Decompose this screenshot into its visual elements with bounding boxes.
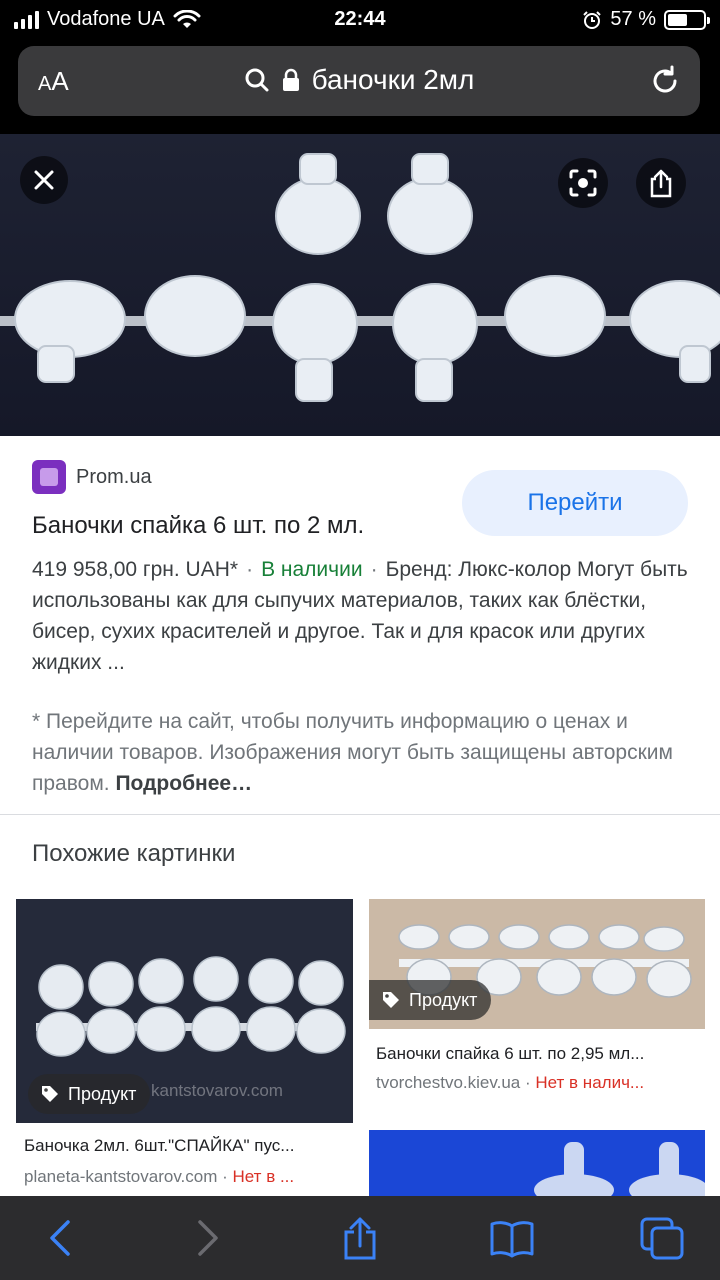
product-thumbnail xyxy=(534,1142,705,1196)
share-icon xyxy=(344,1217,376,1260)
preview-image[interactable] xyxy=(0,134,720,436)
forward-icon xyxy=(198,1220,218,1256)
forward-button[interactable] xyxy=(184,1214,232,1262)
similar-image-3[interactable] xyxy=(369,1130,705,1196)
more-link[interactable]: Подробнее… xyxy=(115,772,252,795)
lock-icon xyxy=(282,68,299,91)
product-photo xyxy=(0,153,720,402)
product-badge: Продукт xyxy=(369,980,492,1020)
close-button[interactable] xyxy=(20,156,68,204)
price: 419 958,00 грн. UAH* xyxy=(32,558,239,581)
similar-image-2[interactable]: Продукт xyxy=(369,899,705,1029)
brand: Бренд: Люкс-колор xyxy=(385,558,572,581)
status-right: 57 % xyxy=(582,8,710,31)
goto-button[interactable]: Перейти xyxy=(462,470,688,536)
share-image-button[interactable] xyxy=(636,158,686,208)
similar-title-2[interactable]: Баночки спайка 6 шт. по 2,95 мл... xyxy=(376,1044,696,1064)
back-button[interactable] xyxy=(36,1214,84,1262)
separator-dot: · xyxy=(370,558,378,581)
similar-title-1[interactable]: Баночка 2мл. 6шт."СПАЙКА" пус... xyxy=(24,1136,340,1156)
stock-status: Нет в налич... xyxy=(535,1073,645,1092)
battery-percent: 57 % xyxy=(610,8,656,30)
address-field[interactable]: баночки 2мл xyxy=(18,64,700,96)
share-button[interactable] xyxy=(336,1214,384,1262)
browser-top-bar: Vodafone UA 22:44 57 % AA баночки 2мл xyxy=(0,0,720,134)
watermark: kantstovarov.com xyxy=(151,1081,283,1100)
tabs-icon xyxy=(640,1217,684,1260)
lens-icon xyxy=(569,169,597,197)
back-icon xyxy=(50,1220,70,1256)
status-bar: Vodafone UA 22:44 57 % xyxy=(0,0,720,40)
stock-status: Нет в ... xyxy=(232,1167,295,1186)
source-domain: planeta-kantstovarov.com xyxy=(24,1167,218,1186)
badge-label: Продукт xyxy=(68,1083,137,1104)
similar-image-1[interactable]: kantstovarov.com Продукт xyxy=(16,899,353,1123)
tag-icon xyxy=(42,1086,58,1102)
product-badge: Продукт xyxy=(28,1074,151,1114)
battery-level xyxy=(668,13,688,26)
source-domain: tvorchestvo.kiev.ua xyxy=(376,1073,521,1092)
share-icon xyxy=(650,169,672,198)
result-meta: 419 958,00 грн. UAH* · В наличии · Бренд: Лю… xyxy=(32,554,692,678)
site-info[interactable]: Prom.ua xyxy=(32,460,152,494)
result-title[interactable]: Баночки спайка 6 шт. по 2 мл. xyxy=(32,512,364,540)
similar-source-1: planeta-kantstovarov.com · Нет в ... xyxy=(24,1167,295,1186)
separator-dot: · xyxy=(246,558,254,581)
address-bar[interactable]: AA баночки 2мл xyxy=(18,46,700,116)
battery-icon xyxy=(664,9,710,30)
search-query: баночки 2мл xyxy=(311,64,475,95)
tag-icon xyxy=(383,992,399,1008)
availability: В наличии xyxy=(261,558,363,581)
similar-source-2: tvorchestvo.kiev.ua · Нет в налич... xyxy=(376,1073,645,1092)
divider xyxy=(0,814,720,815)
site-name: Prom.ua xyxy=(76,465,152,488)
bookmarks-button[interactable] xyxy=(488,1214,536,1262)
close-icon xyxy=(34,170,54,190)
tabs-button[interactable] xyxy=(638,1214,686,1262)
prom-logo-icon xyxy=(32,460,66,494)
alarm-icon xyxy=(583,10,602,29)
browser-toolbar xyxy=(0,1196,720,1280)
lens-button[interactable] xyxy=(558,158,608,208)
badge-label: Продукт xyxy=(409,989,478,1010)
reload-icon[interactable] xyxy=(648,64,682,98)
search-icon xyxy=(245,68,269,92)
copyright-note: * Перейдите на сайт, чтобы получить инфо… xyxy=(32,706,692,799)
bookmarks-icon xyxy=(490,1221,534,1258)
similar-heading: Похожие картинки xyxy=(32,840,236,867)
result-card: Prom.ua Перейти Баночки спайка 6 шт. по … xyxy=(0,436,720,814)
